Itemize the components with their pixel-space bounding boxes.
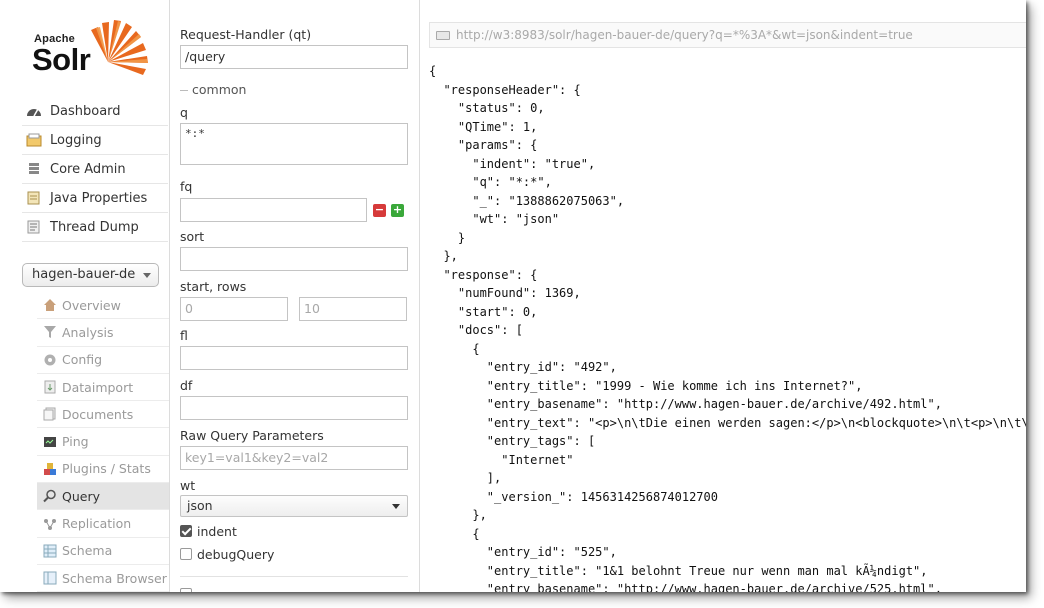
core-menu-item-overview[interactable]: Overview xyxy=(37,292,169,320)
core-menu-label: Documents xyxy=(62,406,134,422)
debug-query-label: debugQuery xyxy=(197,547,275,562)
core-menu-label: Config xyxy=(62,352,103,368)
fl-label: fl xyxy=(180,328,188,343)
menu-item-label: Java Properties xyxy=(50,190,148,206)
menu-item-label: Logging xyxy=(50,132,102,148)
request-handler-input[interactable]: /query xyxy=(180,45,408,69)
core-menu-label: Schema xyxy=(62,543,113,559)
replication-icon xyxy=(43,517,59,531)
analysis-icon xyxy=(43,325,59,339)
core-menu-item-dataimport[interactable]: Dataimport xyxy=(37,374,169,402)
request-url-bar[interactable]: http://w3:8983/solr/hagen-bauer-de/query… xyxy=(429,22,1026,48)
rows-input[interactable]: 10 xyxy=(299,297,407,321)
json-response: { "responseHeader": { "status": 0, "QTim… xyxy=(429,64,1026,592)
solr-logo[interactable]: Apache Solr xyxy=(32,18,152,82)
core-menu-label: Replication xyxy=(62,516,132,532)
sidebar: Apache Solr Dashboard Logging Core Admin… xyxy=(0,0,170,592)
logging-icon xyxy=(26,133,44,147)
core-menu-item-ping[interactable]: Ping xyxy=(37,428,169,456)
core-selector[interactable]: hagen-bauer-de xyxy=(22,263,159,287)
core-menu-item-config[interactable]: Config xyxy=(37,347,169,374)
core-menu-label: Schema Browser xyxy=(62,570,167,586)
wt-label: wt xyxy=(180,478,196,493)
documents-icon xyxy=(43,407,59,421)
sort-input[interactable] xyxy=(180,247,408,271)
core-menu-label: Query xyxy=(62,488,100,504)
request-url[interactable]: http://w3:8983/solr/hagen-bauer-de/query… xyxy=(456,28,913,42)
q-textarea[interactable]: *:* xyxy=(180,123,408,165)
common-fieldset-legend: common xyxy=(180,82,246,97)
common-legend-text: common xyxy=(192,82,247,97)
menu-item-label: Dashboard xyxy=(50,103,121,119)
df-input[interactable] xyxy=(180,396,408,420)
wt-select[interactable]: json xyxy=(180,495,408,517)
plugins-icon xyxy=(43,462,59,476)
ping-icon xyxy=(43,435,59,449)
core-menu-item-analysis[interactable]: Analysis xyxy=(37,319,169,347)
solr-sun-icon xyxy=(91,20,148,75)
core-selector-value: hagen-bauer-de xyxy=(32,267,136,282)
core-menu-item-query[interactable]: Query xyxy=(37,483,169,511)
menu-item-java-properties[interactable]: Java Properties xyxy=(22,184,168,213)
indent-checkbox[interactable] xyxy=(180,525,192,537)
core-menu-item-replication[interactable]: Replication xyxy=(37,510,169,538)
menu-item-dashboard[interactable]: Dashboard xyxy=(22,97,168,126)
core-menu-label: Overview xyxy=(62,297,121,313)
dataimport-icon xyxy=(43,380,59,394)
query-form: Request-Handler (qt) /query common q *:*… xyxy=(170,0,420,592)
remove-fq-button[interactable]: − xyxy=(373,204,386,217)
fl-input[interactable] xyxy=(180,346,408,370)
core-menu-item-schema-browser[interactable]: Schema Browser xyxy=(37,565,169,592)
dashboard-icon xyxy=(26,104,44,118)
debug-query-checkbox[interactable] xyxy=(180,548,192,560)
request-handler-label: Request-Handler (qt) xyxy=(180,27,312,42)
core-menu-item-plugins-stats[interactable]: Plugins / Stats xyxy=(37,456,169,484)
core-admin-icon xyxy=(26,162,44,176)
menu-item-logging[interactable]: Logging xyxy=(22,126,168,155)
overview-icon xyxy=(43,298,59,312)
url-icon xyxy=(436,31,450,40)
form-divider xyxy=(180,576,408,577)
wt-select-value: json xyxy=(187,498,213,513)
menu-item-label: Core Admin xyxy=(50,161,126,177)
q-label: q xyxy=(180,105,188,120)
more-options-checkbox[interactable] xyxy=(180,588,192,592)
menu-item-thread-dump[interactable]: Thread Dump xyxy=(22,213,168,242)
solr-admin-window: Apache Solr Dashboard Logging Core Admin… xyxy=(0,0,1026,592)
menu-item-core-admin[interactable]: Core Admin xyxy=(22,155,168,184)
df-label: df xyxy=(180,378,193,393)
response-panel: http://w3:8983/solr/hagen-bauer-de/query… xyxy=(421,0,1026,592)
schema-browser-icon xyxy=(43,571,59,585)
main-menu: Dashboard Logging Core Admin Java Proper… xyxy=(22,97,168,242)
dropdown-arrow-icon xyxy=(392,504,400,509)
core-menu-label: Ping xyxy=(62,434,89,450)
menu-item-label: Thread Dump xyxy=(50,219,139,235)
core-menu-label: Dataimport xyxy=(62,379,134,395)
raw-query-input[interactable]: key1=val1&key2=val2 xyxy=(180,446,408,470)
java-properties-icon xyxy=(26,191,44,205)
core-menu-item-documents[interactable]: Documents xyxy=(37,401,169,429)
fq-input[interactable] xyxy=(180,198,367,222)
fq-label: fq xyxy=(180,179,193,194)
schema-icon xyxy=(43,544,59,558)
add-fq-button[interactable]: + xyxy=(391,204,404,217)
config-icon xyxy=(43,353,59,367)
core-menu-label: Plugins / Stats xyxy=(62,461,151,477)
thread-dump-icon xyxy=(26,220,44,234)
logo-solr-text: Solr xyxy=(32,42,91,77)
chevron-down-icon xyxy=(143,273,151,278)
query-icon xyxy=(43,489,59,503)
core-menu-label: Analysis xyxy=(62,324,114,340)
start-rows-label: start, rows xyxy=(180,279,247,294)
raw-query-label: Raw Query Parameters xyxy=(180,428,324,443)
core-menu-item-schema[interactable]: Schema xyxy=(37,538,169,565)
sort-label: sort xyxy=(180,229,205,244)
core-menu: Overview Analysis Config Dataimport Docu… xyxy=(37,292,169,592)
start-input[interactable]: 0 xyxy=(180,297,288,321)
indent-label: indent xyxy=(197,524,237,539)
